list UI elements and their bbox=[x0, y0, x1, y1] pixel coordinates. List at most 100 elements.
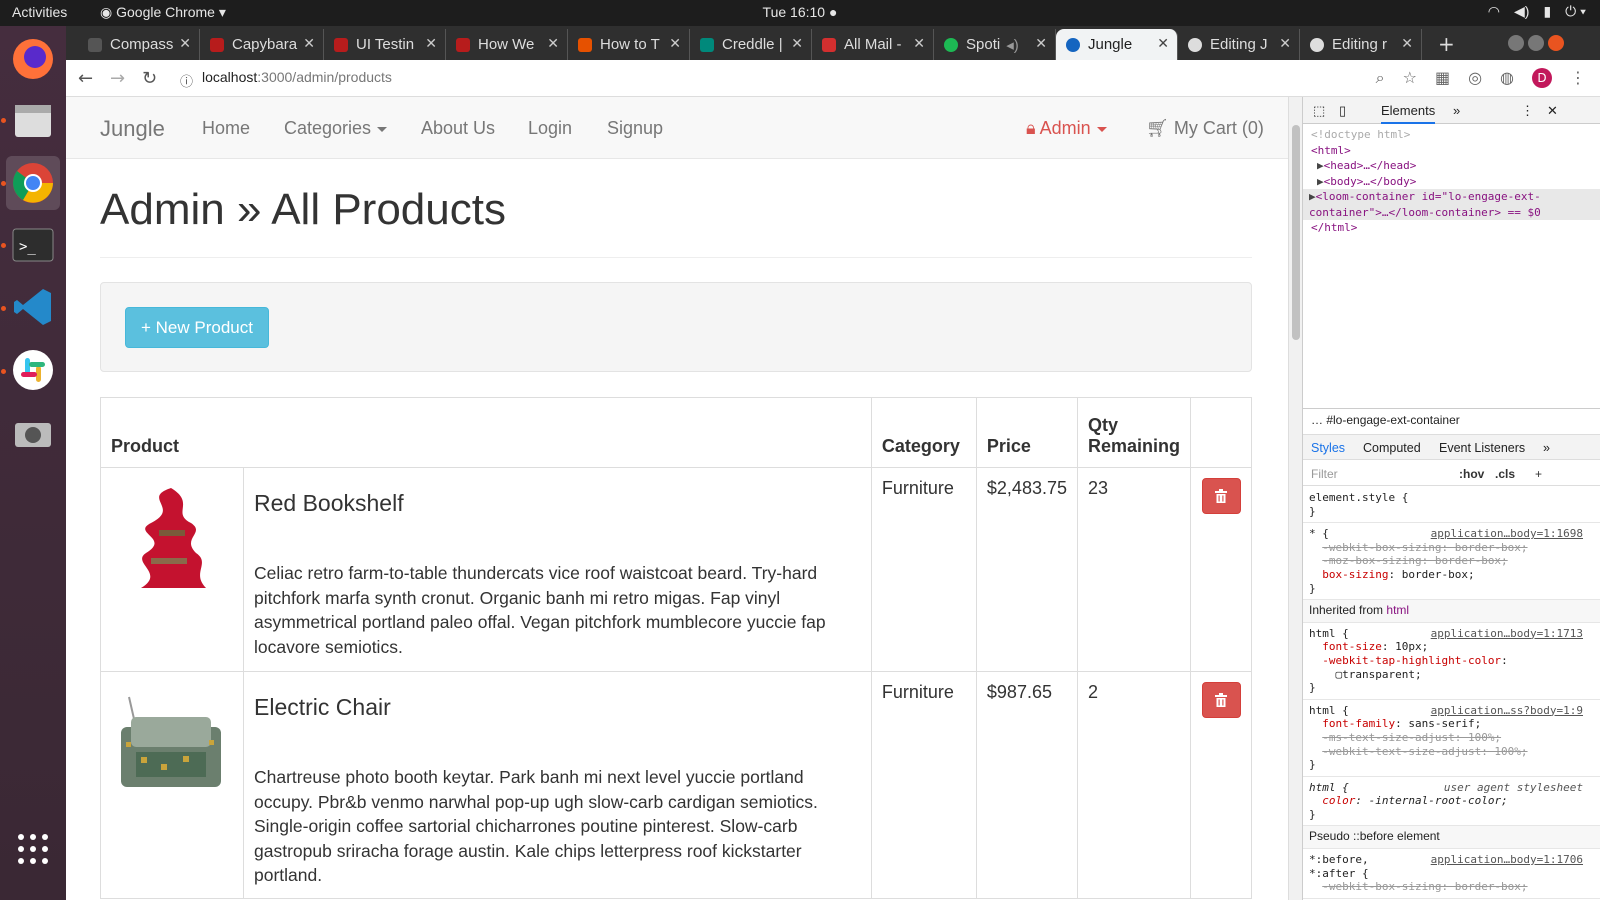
product-qty: 23 bbox=[1076, 467, 1192, 672]
camera-launcher[interactable] bbox=[6, 406, 60, 460]
files-launcher[interactable] bbox=[6, 94, 60, 148]
inspect-element-icon[interactable]: ⬚ bbox=[1313, 103, 1325, 119]
audio-playing-icon: ◂) bbox=[1006, 36, 1019, 54]
tab-styles[interactable]: Styles bbox=[1311, 441, 1345, 455]
browser-tab[interactable]: Compass ✕ bbox=[78, 29, 200, 60]
zoom-icon[interactable]: ⌕ bbox=[1376, 68, 1385, 88]
column-header-actions bbox=[1190, 397, 1252, 468]
nav-signup-link[interactable]: Signup bbox=[607, 118, 663, 139]
style-rule[interactable]: *:before, application…body=1:1706 *:after … bbox=[1303, 849, 1600, 899]
close-devtools-icon[interactable]: ✕ bbox=[1547, 103, 1558, 119]
close-tab-icon[interactable]: ✕ bbox=[791, 35, 803, 52]
browser-tab[interactable]: Editing r ✕ bbox=[1300, 29, 1422, 60]
dom-node[interactable]: </html> bbox=[1311, 220, 1592, 236]
address-bar[interactable]: localhost:3000/admin/products bbox=[202, 69, 392, 85]
close-tab-icon[interactable]: ✕ bbox=[425, 35, 437, 52]
page-title: Admin » All Products bbox=[100, 185, 506, 234]
close-window-button[interactable] bbox=[1548, 35, 1564, 51]
dom-node[interactable]: <html> bbox=[1311, 143, 1592, 159]
browser-tab[interactable]: Spoti ◂) ✕ bbox=[934, 29, 1056, 60]
dom-node[interactable]: ▶<head>…</head> bbox=[1311, 158, 1592, 174]
style-rule[interactable]: html {application…ss?body=1:9 font-famil… bbox=[1303, 700, 1600, 777]
product-name[interactable]: Red Bookshelf bbox=[254, 490, 861, 517]
browser-tab[interactable]: How to T ✕ bbox=[568, 29, 690, 60]
browser-tab[interactable]: UI Testin ✕ bbox=[324, 29, 446, 60]
extension-icon[interactable]: ◍ bbox=[1500, 68, 1514, 88]
cls-toggle[interactable]: .cls bbox=[1495, 467, 1515, 481]
chrome-menu-icon[interactable]: ⋮ bbox=[1570, 68, 1586, 88]
close-tab-icon[interactable]: ✕ bbox=[913, 35, 925, 52]
vscode-launcher[interactable] bbox=[6, 280, 60, 334]
chrome-launcher[interactable] bbox=[6, 156, 60, 210]
product-name[interactable]: Electric Chair bbox=[254, 694, 861, 721]
tab-label: Creddle | bbox=[722, 36, 783, 53]
slack-launcher[interactable] bbox=[6, 343, 60, 397]
terminal-launcher[interactable]: >_ bbox=[6, 218, 60, 272]
close-tab-icon[interactable]: ✕ bbox=[303, 35, 315, 52]
tab-event-listeners[interactable]: Event Listeners bbox=[1439, 441, 1525, 455]
browser-tab[interactable]: Capybara ✕ bbox=[200, 29, 324, 60]
nav-categories-dropdown[interactable]: Categories bbox=[284, 118, 388, 139]
browser-tab-active[interactable]: Jungle ✕ bbox=[1056, 29, 1178, 60]
forward-arrow-icon[interactable]: → bbox=[110, 68, 125, 89]
page-scrollbar[interactable] bbox=[1288, 97, 1302, 900]
scrollbar-thumb[interactable] bbox=[1292, 125, 1300, 340]
style-rule[interactable]: html {user agent stylesheet color: -inte… bbox=[1303, 777, 1600, 827]
close-tab-icon[interactable]: ✕ bbox=[1279, 35, 1291, 52]
close-tab-icon[interactable]: ✕ bbox=[547, 35, 559, 52]
back-arrow-icon[interactable]: ← bbox=[78, 68, 93, 89]
device-toolbar-icon[interactable]: ▯ bbox=[1339, 103, 1346, 119]
compass-favicon-icon bbox=[88, 37, 102, 52]
nav-about-link[interactable]: About Us bbox=[421, 118, 495, 139]
close-tab-icon[interactable]: ✕ bbox=[669, 35, 681, 52]
inherited-tag[interactable]: html bbox=[1386, 603, 1409, 617]
breadcrumb-item[interactable]: #lo-engage-ext-container bbox=[1326, 413, 1459, 427]
new-product-button[interactable]: + New Product bbox=[125, 307, 269, 348]
dom-node[interactable]: ▶<body>…</body> bbox=[1311, 174, 1592, 190]
delete-product-button[interactable] bbox=[1201, 682, 1241, 718]
tab-computed[interactable]: Computed bbox=[1363, 441, 1421, 455]
firefox-launcher[interactable] bbox=[6, 32, 60, 86]
site-info-icon[interactable]: ⓘ bbox=[180, 71, 193, 90]
tab-elements[interactable]: Elements bbox=[1381, 103, 1436, 124]
product-info-cell: Red Bookshelf Celiac retro farm-to-table… bbox=[243, 467, 872, 672]
extension-icon[interactable]: ▦ bbox=[1435, 68, 1450, 88]
delete-product-button[interactable] bbox=[1201, 478, 1241, 514]
nav-login-link[interactable]: Login bbox=[528, 118, 572, 139]
brand-link[interactable]: Jungle bbox=[100, 116, 165, 142]
nav-home-link[interactable]: Home bbox=[202, 118, 250, 139]
browser-tab[interactable]: All Mail - ✕ bbox=[812, 29, 934, 60]
browser-tab[interactable]: How We ✕ bbox=[446, 29, 568, 60]
more-tabs-icon[interactable]: » bbox=[1453, 103, 1460, 118]
reload-icon[interactable]: ↻ bbox=[142, 68, 157, 89]
system-tray[interactable]: ◠ ◀) ▮ ⏻ ▾ bbox=[1488, 3, 1586, 20]
profile-avatar[interactable]: D bbox=[1532, 68, 1552, 88]
add-rule-icon[interactable]: + bbox=[1535, 467, 1542, 481]
style-rule[interactable]: * {application…body=1:1698 -webkit-box-s… bbox=[1303, 523, 1600, 601]
more-subtabs-icon[interactable]: » bbox=[1543, 441, 1550, 455]
style-rule[interactable]: element.style {} bbox=[1303, 487, 1600, 524]
hov-toggle[interactable]: :hov bbox=[1459, 467, 1484, 481]
devtools-menu-icon[interactable]: ⋮ bbox=[1521, 103, 1534, 119]
close-tab-icon[interactable]: ✕ bbox=[1035, 35, 1047, 52]
bookmark-star-icon[interactable]: ☆ bbox=[1403, 68, 1417, 88]
dom-node[interactable]: <!doctype html> bbox=[1311, 127, 1592, 143]
extension-icon[interactable]: ◎ bbox=[1468, 68, 1482, 88]
admin-dropdown[interactable]: 🔒︎ Admin bbox=[1026, 118, 1107, 139]
browser-tab[interactable]: Editing J ✕ bbox=[1178, 29, 1300, 60]
table-header-row: Product Category Price Qty Remaining bbox=[100, 397, 1252, 468]
expand-triangle-icon: ▶ bbox=[1317, 159, 1324, 172]
minimize-window-button[interactable] bbox=[1508, 35, 1524, 51]
close-tab-icon[interactable]: ✕ bbox=[1157, 35, 1169, 52]
new-tab-button[interactable]: + bbox=[1438, 32, 1455, 56]
clock[interactable]: Tue 16:10 ● bbox=[0, 4, 1600, 20]
close-tab-icon[interactable]: ✕ bbox=[179, 35, 191, 52]
show-applications-button[interactable] bbox=[6, 822, 60, 876]
styles-filter-input[interactable]: Filter:hov .cls + bbox=[1303, 462, 1600, 486]
maximize-window-button[interactable] bbox=[1528, 35, 1544, 51]
cart-link[interactable]: 🛒︎ My Cart (0) bbox=[1146, 118, 1264, 139]
close-tab-icon[interactable]: ✕ bbox=[1401, 35, 1413, 52]
style-rule[interactable]: html {application…body=1:1713 font-size:… bbox=[1303, 623, 1600, 700]
dom-node-selected[interactable]: ▶<loom-container id="lo-engage-ext-conta… bbox=[1303, 189, 1600, 220]
browser-tab[interactable]: Creddle | ✕ bbox=[690, 29, 812, 60]
